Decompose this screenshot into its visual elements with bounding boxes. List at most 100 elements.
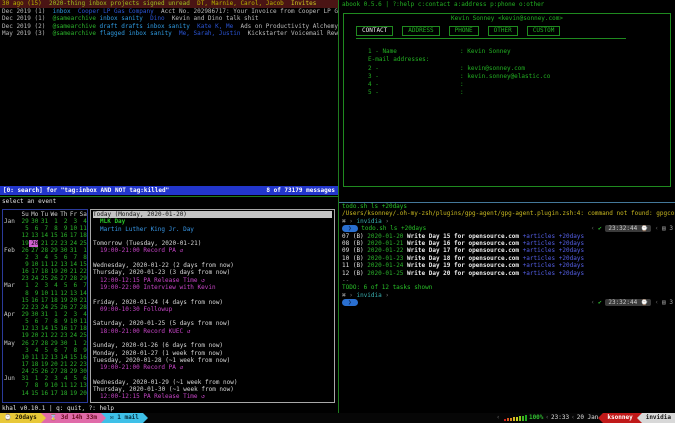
khal-pane[interactable]: select an event SuMoTuWeThFrSaJan2930311… xyxy=(0,197,338,413)
calendar-day[interactable]: 1 xyxy=(77,247,87,254)
calendar-day[interactable]: 24 xyxy=(19,368,29,375)
agenda-event[interactable]: Martin Luther King Jr. Day xyxy=(93,226,332,233)
calendar-day[interactable]: 17 xyxy=(48,390,58,397)
calendar-day[interactable]: 16 xyxy=(38,390,48,397)
calendar-day[interactable]: 17 xyxy=(67,232,77,239)
calendar-day[interactable]: 3 xyxy=(19,347,29,354)
calendar-day[interactable]: 3 xyxy=(67,218,77,225)
calendar-day[interactable]: 6 xyxy=(29,318,39,325)
calendar-day[interactable]: 19 xyxy=(19,332,29,339)
calendar-day[interactable]: 31 xyxy=(38,218,48,225)
calendar-day[interactable]: 29 xyxy=(77,275,87,282)
calendar-day[interactable]: 20 xyxy=(67,297,77,304)
calendar-day[interactable]: 18 xyxy=(38,268,48,275)
calendar-day[interactable]: 2 xyxy=(58,218,68,225)
calendar-day[interactable]: 23 xyxy=(58,332,68,339)
email-row[interactable]: Dec 2019 (2) @samearchive draft drafts i… xyxy=(0,23,338,31)
calendar-day[interactable]: 5 xyxy=(67,375,77,382)
agenda-event[interactable]: 19:00-21:00 Record PA ↺ xyxy=(93,364,332,371)
calendar-day[interactable]: 8 xyxy=(29,382,39,389)
calendar-day[interactable]: 15 xyxy=(77,261,87,268)
calendar-day[interactable]: 26 xyxy=(58,304,68,311)
calendar-day[interactable]: 19 xyxy=(19,240,29,247)
calendar-day[interactable]: 22 xyxy=(67,361,77,368)
pane-border-vertical[interactable] xyxy=(338,0,339,413)
calendar-day[interactable]: 4 xyxy=(38,254,48,261)
calendar-day[interactable]: 16 xyxy=(19,268,29,275)
calendar-day[interactable]: 23 xyxy=(29,304,39,311)
calendar-day[interactable]: 8 xyxy=(19,290,29,297)
calendar-day[interactable]: 2 xyxy=(58,311,68,318)
calendar-day[interactable]: 13 xyxy=(67,290,77,297)
calendar-day[interactable]: 16 xyxy=(58,232,68,239)
calendar-day[interactable]: 28 xyxy=(38,340,48,347)
calendar-day[interactable]: 12 xyxy=(19,232,29,239)
calendar-day[interactable]: 13 xyxy=(29,232,39,239)
calendar-day[interactable]: 20 xyxy=(29,240,39,247)
calendar-day[interactable]: 30 xyxy=(77,368,87,375)
calendar-day[interactable]: 6 xyxy=(67,282,77,289)
calendar-day[interactable]: 26 xyxy=(19,340,29,347)
calendar-day[interactable]: 3 xyxy=(29,254,39,261)
calendar-day[interactable]: 1 xyxy=(48,311,58,318)
calendar-day[interactable]: 6 xyxy=(58,254,68,261)
email-row[interactable]: Dec 2019 (1) inbox Cooper LP Gas Company… xyxy=(0,8,338,16)
calendar-day[interactable]: 28 xyxy=(67,275,77,282)
calendar-day[interactable]: 29 xyxy=(19,311,29,318)
calendar-day[interactable]: 29 xyxy=(48,247,58,254)
calendar-day[interactable]: 17 xyxy=(29,268,39,275)
calendar-day[interactable]: 8 xyxy=(48,225,58,232)
calendar-day[interactable]: 25 xyxy=(48,304,58,311)
tab-contact[interactable]: CONTACT xyxy=(356,26,393,36)
calendar-day[interactable]: 13 xyxy=(77,382,87,389)
calendar-day[interactable]: 13 xyxy=(29,325,39,332)
calendar-day[interactable]: 6 xyxy=(77,375,87,382)
calendar-day[interactable]: 8 xyxy=(48,318,58,325)
calendar-day[interactable]: 21 xyxy=(67,268,77,275)
calendar-day[interactable]: 18 xyxy=(77,232,87,239)
calendar-day[interactable]: 15 xyxy=(19,297,29,304)
calendar-day[interactable]: 7 xyxy=(67,254,77,261)
calendar-day[interactable]: 11 xyxy=(58,382,68,389)
tab-address[interactable]: ADDRESS xyxy=(402,26,439,36)
calendar-day[interactable]: 31 xyxy=(67,247,77,254)
calendar-day[interactable]: 30 xyxy=(29,218,39,225)
calendar-day[interactable]: 16 xyxy=(77,354,87,361)
agenda-event[interactable]: 18:00-21:00 Record KUEC ↺ xyxy=(93,328,332,335)
calendar-day[interactable]: 20 xyxy=(58,268,68,275)
calendar-day[interactable]: 16 xyxy=(29,297,39,304)
calendar-day[interactable]: 4 xyxy=(48,282,58,289)
calendar-day[interactable]: 20 xyxy=(48,361,58,368)
calendar-day[interactable]: 14 xyxy=(19,390,29,397)
email-row[interactable]: 30 ago (15) 2020-thing inbox projects si… xyxy=(0,0,338,8)
calendar-day[interactable]: 12 xyxy=(19,325,29,332)
calendar-day[interactable]: 11 xyxy=(29,354,39,361)
calendar-day[interactable]: 14 xyxy=(58,354,68,361)
calendar-day[interactable]: 10 xyxy=(48,382,58,389)
abook-pane[interactable]: abook 0.5.6 | ?:help c:contact a:address… xyxy=(340,0,675,202)
agenda-event[interactable]: 12:00-12:15 PA Release Time ↺ xyxy=(93,393,332,400)
calendar-day[interactable]: 20 xyxy=(77,390,87,397)
calendar-day[interactable]: 18 xyxy=(58,390,68,397)
calendar-day[interactable]: 11 xyxy=(77,225,87,232)
calendar-day[interactable]: 12 xyxy=(38,354,48,361)
calendar-day[interactable]: 10 xyxy=(19,354,29,361)
shell-prompt-line[interactable]: ⌘ › invidia › xyxy=(340,292,675,299)
shell-pane[interactable]: todo.sh ls +20days/Users/ksonney/.oh-my-… xyxy=(340,203,675,413)
calendar-day[interactable]: 19 xyxy=(67,390,77,397)
email-row[interactable]: May 2019 (3) @samearchive flagged inbox … xyxy=(0,30,338,38)
shell-command-line[interactable]: ❯ ‹ ✔ 23:32:44 ⌚ ‹ ▤ 3 xyxy=(340,299,675,306)
calendar-day[interactable]: 14 xyxy=(38,325,48,332)
calendar-day[interactable]: 8 xyxy=(67,347,77,354)
calendar-day[interactable]: 25 xyxy=(77,332,87,339)
calendar-day[interactable]: 4 xyxy=(77,311,87,318)
calendar-day[interactable]: 13 xyxy=(58,261,68,268)
calendar-day[interactable]: 7 xyxy=(77,282,87,289)
calendar-day[interactable]: 15 xyxy=(67,354,77,361)
calendar-day[interactable]: 20 xyxy=(29,332,39,339)
calendar-day[interactable]: 23 xyxy=(58,240,68,247)
calendar-day[interactable]: 27 xyxy=(58,275,68,282)
calendar-day[interactable]: 9 xyxy=(58,318,68,325)
calendar-day[interactable]: 12 xyxy=(48,261,58,268)
pane-border-horizontal-right[interactable] xyxy=(339,202,675,203)
